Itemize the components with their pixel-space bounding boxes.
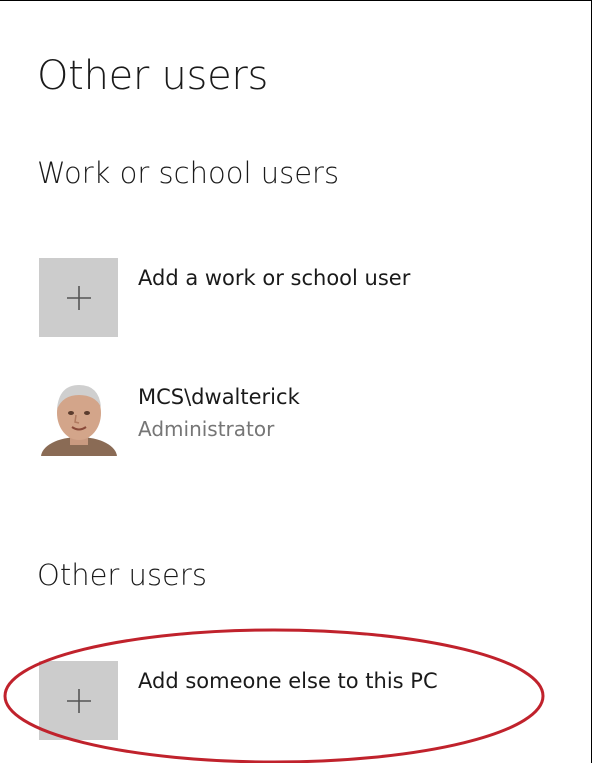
- add-work-school-user-button[interactable]: Add a work or school user: [39, 258, 410, 337]
- user-item-dwalterick[interactable]: MCS\dwalterick Administrator: [39, 377, 300, 456]
- other-users-section-heading: Other users: [37, 558, 207, 592]
- plus-tile[interactable]: [39, 258, 118, 337]
- add-someone-else-label: Add someone else to this PC: [138, 669, 438, 693]
- settings-panel: Other users Work or school users Add a w…: [0, 0, 592, 763]
- page-title: Other users: [37, 53, 269, 99]
- plus-icon: [66, 688, 91, 713]
- work-school-section-heading: Work or school users: [37, 156, 340, 190]
- plus-tile[interactable]: [39, 661, 118, 740]
- user-avatar: [39, 377, 118, 456]
- plus-icon: [66, 285, 91, 310]
- user-name: MCS\dwalterick: [138, 385, 300, 409]
- user-role: Administrator: [138, 417, 275, 441]
- add-someone-else-button[interactable]: Add someone else to this PC: [39, 661, 438, 740]
- add-work-school-user-label: Add a work or school user: [138, 266, 411, 290]
